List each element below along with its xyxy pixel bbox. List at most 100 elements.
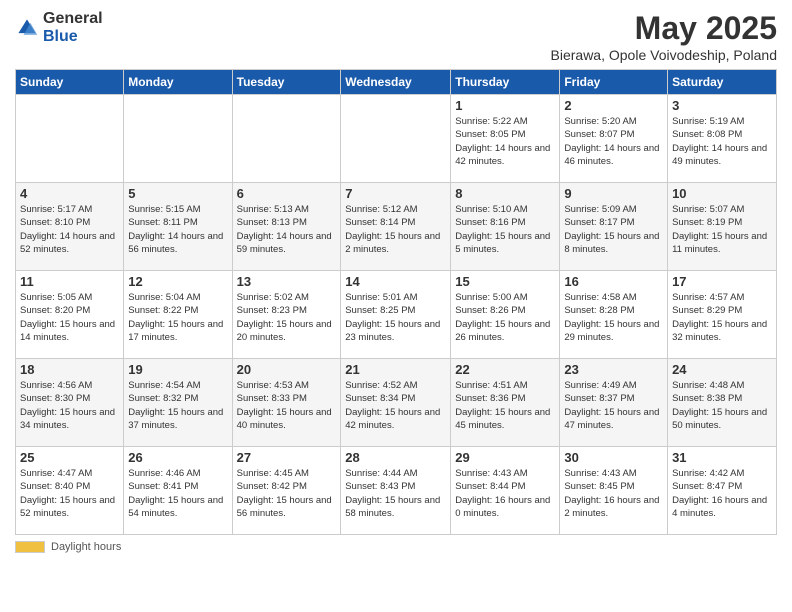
day-number: 24 bbox=[672, 362, 772, 377]
col-wednesday: Wednesday bbox=[341, 70, 451, 95]
day-info: Sunrise: 4:51 AM Sunset: 8:36 PM Dayligh… bbox=[455, 379, 555, 432]
calendar-week-4: 18 Sunrise: 4:56 AM Sunset: 8:30 PM Dayli… bbox=[16, 359, 777, 447]
day-info: Sunrise: 4:45 AM Sunset: 8:42 PM Dayligh… bbox=[237, 467, 337, 520]
table-row: 13Sunrise: 5:02 AM Sunset: 8:23 PM Dayli… bbox=[232, 271, 341, 359]
table-row: 5 Sunrise: 5:15 AM Sunset: 8:11 PM Daylig… bbox=[124, 183, 232, 271]
table-row: 15Sunrise: 5:00 AM Sunset: 8:26 PM Dayli… bbox=[451, 271, 560, 359]
table-row: 30 Sunrise: 4:43 AM Sunset: 8:45 PM Dayli… bbox=[560, 447, 668, 535]
calendar-header-row: Sunday Monday Tuesday Wednesday Thursday… bbox=[16, 70, 777, 95]
table-row: 23Sunrise: 4:49 AM Sunset: 8:37 PM Dayli… bbox=[560, 359, 668, 447]
table-row bbox=[16, 95, 124, 183]
day-number: 30 bbox=[564, 450, 663, 465]
day-number: 17 bbox=[672, 274, 772, 289]
footer: Daylight hours bbox=[15, 541, 777, 553]
col-saturday: Saturday bbox=[668, 70, 777, 95]
day-info: Sunrise: 5:09 AM Sunset: 8:17 PM Dayligh… bbox=[564, 203, 663, 256]
day-number: 3 bbox=[672, 98, 772, 113]
calendar-week-3: 11 Sunrise: 5:05 AM Sunset: 8:20 PM Dayli… bbox=[16, 271, 777, 359]
day-number: 18 bbox=[20, 362, 119, 377]
day-number: 14 bbox=[345, 274, 446, 289]
table-row: 21Sunrise: 4:52 AM Sunset: 8:34 PM Dayli… bbox=[341, 359, 451, 447]
day-number: 31 bbox=[672, 450, 772, 465]
day-number: 9 bbox=[564, 186, 663, 201]
table-row: 12 Sunrise: 5:04 AM Sunset: 8:22 PM Dayli… bbox=[124, 271, 232, 359]
table-row: 11 Sunrise: 5:05 AM Sunset: 8:20 PM Dayli… bbox=[16, 271, 124, 359]
table-row: 27Sunrise: 4:45 AM Sunset: 8:42 PM Dayli… bbox=[232, 447, 341, 535]
page: General Blue May 2025 Bierawa, Opole Voi… bbox=[0, 0, 792, 612]
day-number: 5 bbox=[128, 186, 227, 201]
day-number: 25 bbox=[20, 450, 119, 465]
table-row: 18 Sunrise: 4:56 AM Sunset: 8:30 PM Dayli… bbox=[16, 359, 124, 447]
header: General Blue May 2025 Bierawa, Opole Voi… bbox=[15, 10, 777, 63]
title-block: May 2025 Bierawa, Opole Voivodeship, Pol… bbox=[551, 10, 777, 63]
day-number: 2 bbox=[564, 98, 663, 113]
day-info: Sunrise: 5:01 AM Sunset: 8:25 PM Dayligh… bbox=[345, 291, 446, 344]
day-info: Sunrise: 5:05 AM Sunset: 8:20 PM Dayligh… bbox=[20, 291, 119, 344]
day-number: 6 bbox=[237, 186, 337, 201]
table-row bbox=[124, 95, 232, 183]
calendar-week-2: 4Sunrise: 5:17 AM Sunset: 8:10 PM Daylig… bbox=[16, 183, 777, 271]
logo: General Blue bbox=[15, 10, 103, 46]
logo-blue: Blue bbox=[43, 28, 78, 45]
col-sunday: Sunday bbox=[16, 70, 124, 95]
col-friday: Friday bbox=[560, 70, 668, 95]
day-info: Sunrise: 5:13 AM Sunset: 8:13 PM Dayligh… bbox=[237, 203, 337, 256]
table-row: 6 Sunrise: 5:13 AM Sunset: 8:13 PM Daylig… bbox=[232, 183, 341, 271]
table-row: 14 Sunrise: 5:01 AM Sunset: 8:25 PM Dayli… bbox=[341, 271, 451, 359]
table-row: 4Sunrise: 5:17 AM Sunset: 8:10 PM Daylig… bbox=[16, 183, 124, 271]
day-info: Sunrise: 5:02 AM Sunset: 8:23 PM Dayligh… bbox=[237, 291, 337, 344]
table-row: 3Sunrise: 5:19 AM Sunset: 8:08 PM Daylig… bbox=[668, 95, 777, 183]
table-row: 29Sunrise: 4:43 AM Sunset: 8:44 PM Dayli… bbox=[451, 447, 560, 535]
table-row: 7Sunrise: 5:12 AM Sunset: 8:14 PM Daylig… bbox=[341, 183, 451, 271]
logo-general: General bbox=[43, 10, 103, 27]
table-row: 9 Sunrise: 5:09 AM Sunset: 8:17 PM Daylig… bbox=[560, 183, 668, 271]
day-info: Sunrise: 4:47 AM Sunset: 8:40 PM Dayligh… bbox=[20, 467, 119, 520]
day-info: Sunrise: 5:12 AM Sunset: 8:14 PM Dayligh… bbox=[345, 203, 446, 256]
table-row: 24 Sunrise: 4:48 AM Sunset: 8:38 PM Dayli… bbox=[668, 359, 777, 447]
day-info: Sunrise: 4:43 AM Sunset: 8:45 PM Dayligh… bbox=[564, 467, 663, 520]
day-info: Sunrise: 4:58 AM Sunset: 8:28 PM Dayligh… bbox=[564, 291, 663, 344]
day-info: Sunrise: 5:04 AM Sunset: 8:22 PM Dayligh… bbox=[128, 291, 227, 344]
table-row: 2 Sunrise: 5:20 AM Sunset: 8:07 PM Daylig… bbox=[560, 95, 668, 183]
day-info: Sunrise: 5:00 AM Sunset: 8:26 PM Dayligh… bbox=[455, 291, 555, 344]
calendar-table: Sunday Monday Tuesday Wednesday Thursday… bbox=[15, 69, 777, 535]
col-tuesday: Tuesday bbox=[232, 70, 341, 95]
table-row: 20Sunrise: 4:53 AM Sunset: 8:33 PM Dayli… bbox=[232, 359, 341, 447]
day-info: Sunrise: 5:10 AM Sunset: 8:16 PM Dayligh… bbox=[455, 203, 555, 256]
col-thursday: Thursday bbox=[451, 70, 560, 95]
table-row: 31 Sunrise: 4:42 AM Sunset: 8:47 PM Dayli… bbox=[668, 447, 777, 535]
day-info: Sunrise: 5:15 AM Sunset: 8:11 PM Dayligh… bbox=[128, 203, 227, 256]
day-number: 22 bbox=[455, 362, 555, 377]
day-number: 12 bbox=[128, 274, 227, 289]
day-number: 21 bbox=[345, 362, 446, 377]
day-number: 20 bbox=[237, 362, 337, 377]
day-number: 26 bbox=[128, 450, 227, 465]
day-info: Sunrise: 4:54 AM Sunset: 8:32 PM Dayligh… bbox=[128, 379, 227, 432]
table-row: 10 Sunrise: 5:07 AM Sunset: 8:19 PM Dayli… bbox=[668, 183, 777, 271]
table-row bbox=[341, 95, 451, 183]
day-info: Sunrise: 4:46 AM Sunset: 8:41 PM Dayligh… bbox=[128, 467, 227, 520]
day-number: 8 bbox=[455, 186, 555, 201]
day-info: Sunrise: 4:43 AM Sunset: 8:44 PM Dayligh… bbox=[455, 467, 555, 520]
day-info: Sunrise: 4:57 AM Sunset: 8:29 PM Dayligh… bbox=[672, 291, 772, 344]
calendar-week-1: 1Sunrise: 5:22 AM Sunset: 8:05 PM Daylig… bbox=[16, 95, 777, 183]
table-row: 28Sunrise: 4:44 AM Sunset: 8:43 PM Dayli… bbox=[341, 447, 451, 535]
day-info: Sunrise: 4:44 AM Sunset: 8:43 PM Dayligh… bbox=[345, 467, 446, 520]
daylight-legend: Daylight hours bbox=[15, 541, 121, 553]
calendar-week-5: 25 Sunrise: 4:47 AM Sunset: 8:40 PM Dayli… bbox=[16, 447, 777, 535]
day-info: Sunrise: 4:56 AM Sunset: 8:30 PM Dayligh… bbox=[20, 379, 119, 432]
day-number: 23 bbox=[564, 362, 663, 377]
table-row: 17 Sunrise: 4:57 AM Sunset: 8:29 PM Dayli… bbox=[668, 271, 777, 359]
day-number: 19 bbox=[128, 362, 227, 377]
table-row: 1Sunrise: 5:22 AM Sunset: 8:05 PM Daylig… bbox=[451, 95, 560, 183]
day-info: Sunrise: 4:42 AM Sunset: 8:47 PM Dayligh… bbox=[672, 467, 772, 520]
table-row: 22 Sunrise: 4:51 AM Sunset: 8:36 PM Dayli… bbox=[451, 359, 560, 447]
day-number: 4 bbox=[20, 186, 119, 201]
day-number: 1 bbox=[455, 98, 555, 113]
main-title: May 2025 bbox=[551, 10, 777, 47]
day-info: Sunrise: 5:20 AM Sunset: 8:07 PM Dayligh… bbox=[564, 115, 663, 168]
day-number: 10 bbox=[672, 186, 772, 201]
day-info: Sunrise: 5:07 AM Sunset: 8:19 PM Dayligh… bbox=[672, 203, 772, 256]
day-number: 11 bbox=[20, 274, 119, 289]
day-info: Sunrise: 4:48 AM Sunset: 8:38 PM Dayligh… bbox=[672, 379, 772, 432]
